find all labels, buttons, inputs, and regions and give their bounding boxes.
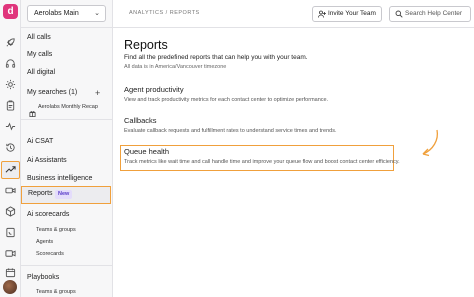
sidebar-item-my-searches[interactable]: My searches (1) (27, 89, 77, 96)
report-callbacks-description: Evaluate callback requests and fulfillme… (124, 128, 337, 134)
sidebar-item-ai-scorecards[interactable]: Ai scorecards (27, 211, 69, 218)
report-agent-productivity-description: View and track productivity metrics for … (124, 97, 329, 103)
sidebar-item-ai-assistants[interactable]: Ai Assistants (27, 157, 67, 164)
new-badge: New (55, 190, 73, 199)
sidebar: Aerolabs Main ⌄ All calls My calls All d… (21, 0, 113, 297)
gear-icon[interactable] (5, 79, 16, 90)
headset-icon[interactable] (5, 58, 16, 69)
video-icon[interactable] (5, 185, 16, 196)
sidebar-item-agents[interactable]: Agents (36, 239, 53, 245)
sidebar-item-my-calls[interactable]: My calls (27, 51, 52, 58)
sidebar-divider (21, 119, 113, 120)
add-search-button[interactable]: + (95, 88, 100, 98)
sidebar-item-reports[interactable]: Reports New (21, 186, 111, 204)
sidebar-item-monthly-recap[interactable]: Aerolabs Monthly Recap (38, 104, 98, 110)
box-icon[interactable] (5, 206, 16, 217)
page-title: Reports (124, 38, 168, 52)
sidebar-item-label: Reports (28, 190, 53, 197)
workspace-name: Aerolabs Main (34, 10, 79, 17)
icon-rail: d (0, 0, 21, 297)
saved-search-icon (29, 104, 36, 117)
sidebar-item-playbooks[interactable]: Playbooks (27, 274, 59, 281)
logo-icon[interactable]: d (3, 4, 18, 19)
main-content: Reports Find all the predefined reports … (113, 28, 474, 297)
report-agent-productivity-title[interactable]: Agent productivity (124, 85, 184, 94)
report-queue-health-title[interactable]: Queue health (124, 147, 169, 156)
phone-book-icon[interactable] (5, 227, 16, 238)
camera-icon[interactable] (5, 248, 16, 259)
sidebar-item-scorecards[interactable]: Scorecards (36, 251, 64, 257)
sidebar-item-all-calls[interactable]: All calls (27, 34, 51, 41)
sidebar-item-teams-groups[interactable]: Teams & groups (36, 227, 76, 233)
sidebar-divider (21, 265, 113, 266)
sidebar-item-playbook-teams-groups[interactable]: Teams & groups (36, 289, 76, 295)
report-queue-health-description: Track metrics like wait time and call ha… (124, 159, 400, 165)
sidebar-item-all-digital[interactable]: All digital (27, 69, 55, 76)
sidebar-divider (21, 27, 113, 28)
rocket-icon[interactable] (5, 37, 16, 48)
breadcrumb: ANALYTICS / REPORTS (129, 10, 200, 16)
sidebar-item-ai-csat[interactable]: Ai CSAT (27, 138, 53, 145)
sidebar-item-business-intelligence[interactable]: Business intelligence (27, 175, 92, 182)
pulse-icon[interactable] (5, 121, 16, 132)
search-icon (395, 10, 403, 18)
page-subtitle: Find all the predefined reports that can… (124, 54, 308, 61)
report-callbacks-title[interactable]: Callbacks (124, 116, 157, 125)
avatar[interactable] (3, 280, 17, 294)
search-placeholder: Search Help Center (405, 10, 463, 17)
chevron-down-icon: ⌄ (94, 10, 100, 17)
annotation-arrow-icon (422, 129, 439, 157)
invite-team-label: Invite Your Team (328, 10, 376, 17)
clipboard-icon[interactable] (5, 100, 16, 111)
calendar-icon[interactable] (5, 267, 16, 278)
user-plus-icon (318, 10, 326, 18)
history-icon[interactable] (5, 142, 16, 153)
workspace-selector[interactable]: Aerolabs Main ⌄ (27, 5, 106, 22)
invite-team-button[interactable]: Invite Your Team (312, 6, 382, 22)
search-input[interactable]: Search Help Center (389, 6, 471, 22)
trend-icon[interactable] (5, 164, 16, 175)
app-window: d Aerolabs Main ⌄ All calls My calls All… (0, 0, 474, 297)
timezone-note: All data is in America/Vancouver timezon… (124, 64, 227, 70)
top-header: ANALYTICS / REPORTS Invite Your Team Sea… (113, 0, 474, 28)
